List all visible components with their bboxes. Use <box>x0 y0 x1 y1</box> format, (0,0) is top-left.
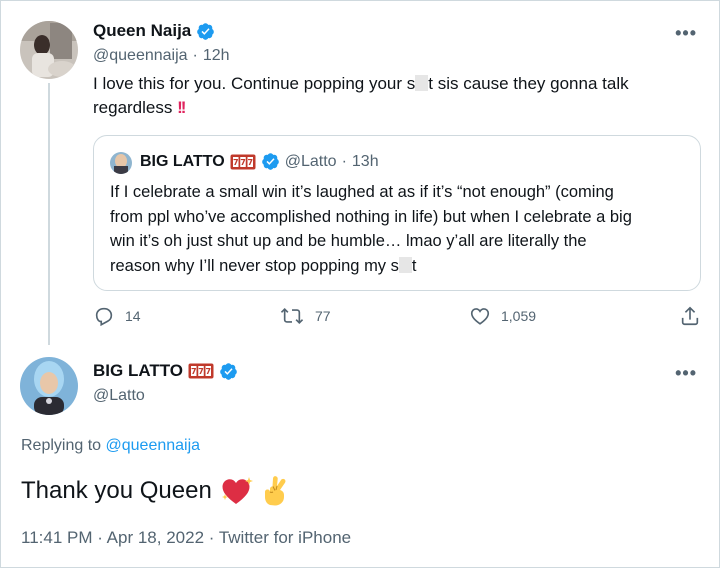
like-count: 1,059 <box>501 308 537 324</box>
quote-line: If I celebrate a small win it’s laughed … <box>110 183 614 201</box>
slot-machine-emoji: 7 7 7 <box>188 363 214 379</box>
like-button[interactable]: 1,059 <box>469 305 536 327</box>
separator-dot: · <box>192 47 198 64</box>
tweet-time[interactable]: 12h <box>203 47 230 65</box>
censor-block <box>415 75 429 91</box>
quote-line-4-end: t <box>411 256 417 275</box>
replying-to-link[interactable]: @queennaija <box>106 437 201 454</box>
quote-text: If I celebrate a small win it’s laughed … <box>110 180 695 278</box>
reply-text: Thank you Queen <box>21 475 290 507</box>
reply-author-handle[interactable]: @Latto <box>93 387 145 405</box>
separator-dot: · <box>341 152 347 170</box>
verified-badge-icon <box>197 22 215 40</box>
quote-author-handle: @Latto <box>284 152 337 170</box>
more-icon[interactable]: ••• <box>675 23 697 44</box>
retweet-icon <box>280 307 304 325</box>
big-latto-small-avatar <box>110 152 132 174</box>
replying-to: Replying to @queennaija <box>21 437 200 455</box>
quote-line: from ppl who’ve accomplished nothing in … <box>110 207 632 226</box>
verified-badge-icon <box>220 362 237 380</box>
svg-text:7: 7 <box>205 367 211 376</box>
share-icon <box>681 306 699 326</box>
tweet-card: Queen Naija ••• @queennaija · 12h I love… <box>0 0 720 568</box>
retweet-button[interactable]: 77 <box>279 305 331 327</box>
svg-text:7: 7 <box>191 367 197 376</box>
quote-line: win it’s oh just shut up and be humble… … <box>110 232 587 250</box>
verified-badge-icon <box>261 153 279 170</box>
thread-line <box>48 83 50 345</box>
sparkling-heart-emoji <box>221 477 253 504</box>
tweet-actions: 14 77 1,059 <box>93 305 705 331</box>
queen-naija-avatar[interactable] <box>20 21 78 79</box>
tweet-text-part2: t sis cause they gonna talk <box>428 74 629 93</box>
reply-icon <box>95 307 113 327</box>
quote-header: BIG LATTO 7 7 7 @Latto · 13h <box>140 152 379 171</box>
slot-machine-emoji: 7 7 7 <box>230 154 256 169</box>
author-handle[interactable]: @queennaija <box>93 47 188 65</box>
reply-author-name[interactable]: BIG LATTO <box>93 361 183 381</box>
svg-text:7: 7 <box>233 158 239 167</box>
reply-button[interactable]: 14 <box>93 305 141 327</box>
retweet-count: 77 <box>315 308 331 324</box>
tweet-timestamp[interactable]: 11:41 PM · Apr 18, 2022 · Twitter for iP… <box>21 528 351 548</box>
svg-text:7: 7 <box>198 367 204 376</box>
tweet-text: I love this for you. Continue popping yo… <box>93 72 629 120</box>
svg-text:7: 7 <box>247 158 253 167</box>
svg-text:7: 7 <box>240 158 246 167</box>
quote-author-name: BIG LATTO <box>140 152 225 170</box>
quote-time: 13h <box>351 152 379 170</box>
like-icon <box>470 308 490 325</box>
double-exclamation-emoji: !! <box>177 98 186 117</box>
quoted-tweet[interactable]: BIG LATTO 7 7 7 @Latto · 13h If I celebr… <box>93 135 701 291</box>
share-button[interactable] <box>679 305 701 327</box>
handle-row: @queennaija · 12h <box>93 47 230 65</box>
crossed-fingers-emoji <box>264 476 286 506</box>
reply-header: BIG LATTO 7 7 7 <box>93 361 238 381</box>
author-name[interactable]: Queen Naija <box>93 21 191 41</box>
big-latto-avatar[interactable] <box>20 357 78 415</box>
tweet-text-part1: I love this for you. Continue popping yo… <box>93 74 416 93</box>
quote-line-4-text: reason why I’ll never stop popping my s <box>110 256 399 275</box>
tweet-text-line2: regardless <box>93 98 173 117</box>
quote-line-last: reason why I’ll never stop popping my s t <box>110 254 695 279</box>
censor-block <box>398 256 412 273</box>
reply-text-content: Thank you Queen <box>21 477 212 504</box>
replying-prefix: Replying to <box>21 437 102 454</box>
reply-count: 14 <box>125 308 141 324</box>
more-icon[interactable]: ••• <box>675 363 697 384</box>
tweet-header: Queen Naija <box>93 21 215 41</box>
